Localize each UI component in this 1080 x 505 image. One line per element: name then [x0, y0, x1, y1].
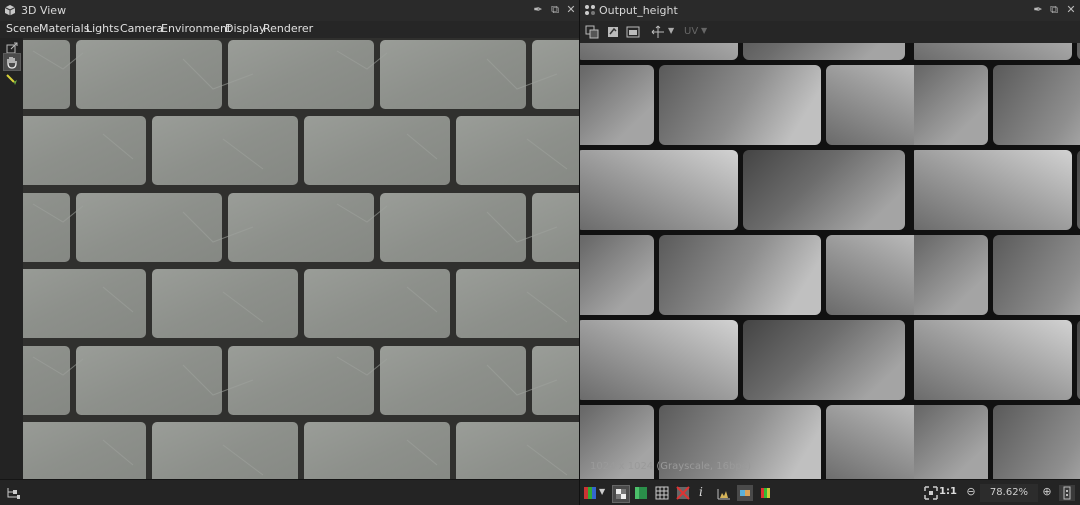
- zoom-out-icon[interactable]: ⊖: [963, 485, 979, 501]
- close-icon[interactable]: ✕: [1064, 3, 1078, 17]
- cube-icon: [4, 5, 16, 16]
- node-output-icon: [585, 5, 595, 15]
- rgb-channels-icon[interactable]: [583, 485, 599, 501]
- 3d-view-bottombar: [0, 479, 579, 505]
- light-direction-icon[interactable]: [4, 72, 20, 88]
- gradient-icon[interactable]: [633, 485, 649, 501]
- histogram-icon[interactable]: [716, 485, 732, 501]
- brick-wall-3d-render: [23, 38, 579, 479]
- menu-environment[interactable]: Environment: [161, 22, 231, 35]
- color-channels-icon[interactable]: [758, 485, 774, 501]
- info-icon[interactable]: i: [699, 485, 715, 501]
- channel-move-icon[interactable]: [651, 25, 665, 39]
- 2d-viewport[interactable]: 1024 x 1024 (Grayscale, 16bpc): [580, 43, 1080, 479]
- 2d-view-toolbar: ▼ UV ▼: [580, 21, 1080, 44]
- zoom-input[interactable]: 78.62%: [980, 484, 1038, 502]
- menu-display[interactable]: Display: [225, 22, 266, 35]
- chevron-down-icon[interactable]: ▼: [701, 26, 707, 35]
- menu-camera[interactable]: Camera: [120, 22, 163, 35]
- hierarchy-icon[interactable]: [5, 485, 21, 501]
- zoom-in-icon[interactable]: ⊕: [1039, 485, 1055, 501]
- color-picker-icon[interactable]: [737, 485, 753, 501]
- grid-icon[interactable]: [654, 485, 670, 501]
- 2d-view-bottombar: ▼ i 1:1 ⊖ 78.62% ⊕: [580, 479, 1080, 505]
- hand-pan-icon[interactable]: [3, 53, 21, 71]
- panel-title: Output_height: [599, 4, 678, 17]
- menu-scene[interactable]: Scene: [6, 22, 40, 35]
- pin-icon[interactable]: ✒: [1031, 3, 1045, 17]
- panel-title: 3D View: [21, 4, 67, 17]
- 3d-viewport[interactable]: [23, 38, 579, 479]
- 3d-view-panel: 3D View ✒ ⧉ ✕ Scene Materials Lights Cam…: [0, 0, 580, 505]
- height-map-image: [580, 43, 1080, 479]
- uv-toggle[interactable]: UV: [684, 26, 698, 37]
- menu-renderer[interactable]: Renderer: [263, 22, 313, 35]
- menu-lights[interactable]: Lights: [86, 22, 119, 35]
- 3d-view-titlebar: 3D View ✒ ⧉ ✕: [0, 0, 579, 22]
- float-window-icon[interactable]: ⧉: [548, 3, 562, 17]
- copy-image-icon[interactable]: [585, 25, 599, 39]
- chevron-down-icon[interactable]: ▼: [668, 26, 674, 35]
- resolution-info: 1024 x 1024 (Grayscale, 16bpc): [590, 461, 752, 472]
- 3d-view-toolstrip: [0, 38, 23, 479]
- tiling-disabled-icon[interactable]: [675, 485, 691, 501]
- float-window-icon[interactable]: ⧉: [1047, 3, 1061, 17]
- panel-options-icon[interactable]: [1059, 485, 1075, 501]
- pin-icon[interactable]: ✒: [531, 3, 545, 17]
- menu-materials[interactable]: Materials: [39, 22, 89, 35]
- 3d-view-menubar: Scene Materials Lights Camera Environmen…: [0, 21, 579, 38]
- checker-background-icon[interactable]: [612, 485, 630, 503]
- save-image-icon[interactable]: [606, 25, 620, 39]
- zoom-one-to-one-button[interactable]: 1:1: [939, 486, 957, 497]
- 2d-view-titlebar: Output_height ✒ ⧉ ✕: [580, 0, 1080, 22]
- chevron-down-icon[interactable]: ▼: [599, 487, 605, 496]
- snapshot-icon[interactable]: [626, 25, 640, 39]
- 2d-view-panel: Output_height ✒ ⧉ ✕ ▼ UV ▼ 1024 x 1024 (…: [580, 0, 1080, 505]
- fit-view-icon[interactable]: [923, 485, 939, 501]
- close-icon[interactable]: ✕: [564, 3, 578, 17]
